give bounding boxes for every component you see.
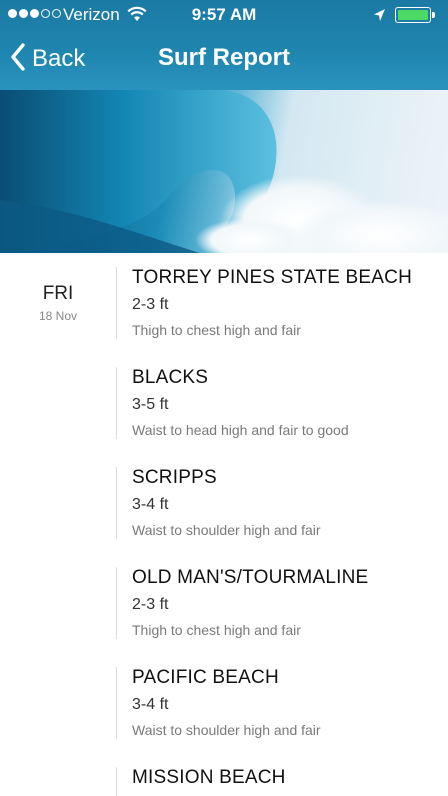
day-name: FRI (42, 283, 74, 304)
spot-condition: Waist to shoulder high and fair (132, 522, 321, 538)
spot-condition: Thigh to chest high and fair (132, 322, 301, 338)
spot-name: OLD MAN'S/TOURMALINE (132, 567, 369, 588)
page-title: Surf Report (158, 44, 290, 71)
spot-height: 2-3 ft (132, 296, 169, 313)
day-header: FRI 18 Nov (0, 283, 116, 323)
spot-condition: Waist to head high and fair to good (132, 422, 349, 438)
spot-condition: Thigh to chest high and fair (132, 622, 301, 638)
spot-row-blacks[interactable]: BLACKS 3-5 ft Waist to head high and fai… (116, 367, 448, 439)
wave-illustration (0, 90, 448, 253)
wave-banner-image (0, 90, 448, 253)
day-date: 18 Nov (38, 309, 78, 323)
spot-name: SCRIPPS (132, 467, 217, 488)
spot-row-torrey-pines[interactable]: TORREY PINES STATE BEACH 2-3 ft Thigh to… (116, 267, 448, 339)
spot-row-old-mans-tourmaline[interactable]: OLD MAN'S/TOURMALINE 2-3 ft Thigh to che… (116, 567, 448, 639)
spot-row-pacific-beach[interactable]: PACIFIC BEACH 3-4 ft Waist to shoulder h… (116, 667, 448, 739)
spot-name: BLACKS (132, 367, 209, 388)
spot-height: 3-4 ft (132, 496, 169, 513)
spot-name: PACIFIC BEACH (132, 667, 279, 688)
spot-height: 2-3 ft (132, 596, 169, 613)
nav-bar: Verizon 9:57 AM Back Surf Report (0, 0, 448, 90)
status-bar: Verizon 9:57 AM (0, 0, 448, 30)
spot-name: TORREY PINES STATE BEACH (132, 267, 413, 288)
spot-name: MISSION BEACH (132, 767, 286, 788)
spot-row-scripps[interactable]: SCRIPPS 3-4 ft Waist to shoulder high an… (116, 467, 448, 539)
spot-row-mission-beach[interactable]: MISSION BEACH (116, 767, 448, 796)
battery-icon (395, 7, 431, 23)
surf-report-list: FRI 18 Nov TORREY PINES STATE BEACH 2-3 … (0, 253, 448, 796)
spot-condition: Waist to shoulder high and fair (132, 722, 321, 738)
location-arrow-icon (373, 7, 386, 27)
spot-height: 3-5 ft (132, 396, 169, 413)
spot-height: 3-4 ft (132, 696, 169, 713)
